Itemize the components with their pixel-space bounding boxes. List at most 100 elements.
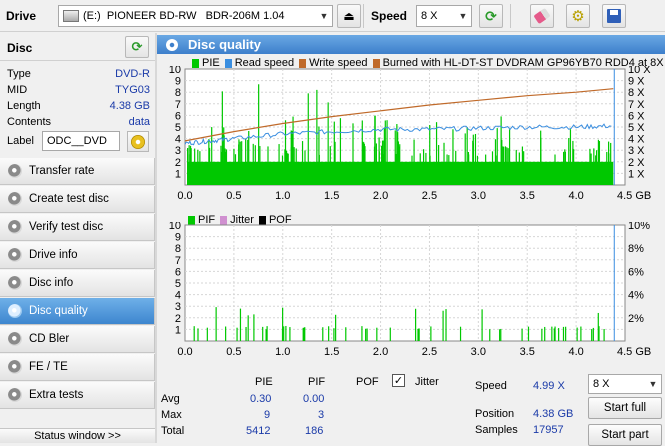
pie-bar <box>422 149 425 185</box>
pif-chart: 12345678910 2% 4% 6% 8% 10% 0.0 0.5 1.0 1.5 2.0 2.5… <box>169 222 652 358</box>
disc-mid-row: MID TYG03 <box>7 82 150 98</box>
disc-contents-label: Contents <box>7 116 52 128</box>
settings-button[interactable]: ⚙ <box>566 4 590 28</box>
test-speed-select[interactable]: 8 X ▼ <box>588 374 662 394</box>
pif-bar <box>197 328 199 341</box>
nav-fe-te[interactable]: FE / TE <box>0 354 155 381</box>
refresh-icon: ⟳ <box>131 39 143 54</box>
nav-drive-info[interactable]: Drive info <box>0 242 155 269</box>
save-button[interactable] <box>602 4 626 28</box>
panel-splitter[interactable] <box>155 33 157 443</box>
nav-disc-quality[interactable]: Disc quality <box>0 298 155 325</box>
y-tick-label: 1 <box>175 324 181 336</box>
pie-bar <box>384 120 386 185</box>
pif-bar <box>328 326 330 341</box>
pie-bar <box>593 148 595 185</box>
pie-bar <box>595 150 598 185</box>
pie-bar <box>466 127 468 185</box>
y2-tick-label: 2% <box>628 313 644 325</box>
refresh-speed-button[interactable]: ⟳ <box>479 4 503 28</box>
disc-mid-label: MID <box>7 84 28 96</box>
pif-bar <box>361 326 363 341</box>
pie-bar <box>589 148 591 185</box>
pie-bar <box>507 148 509 185</box>
disc-length-label: Length <box>7 100 41 112</box>
y-tick-label: 7 <box>175 255 181 267</box>
pie-bar <box>506 147 508 185</box>
pie-bar <box>327 102 329 185</box>
pif-bar <box>521 328 523 341</box>
y2-tick-label: 8 X <box>628 87 645 99</box>
pif-bar <box>592 327 594 341</box>
disc-label-input[interactable]: ODC__DVD <box>42 131 120 151</box>
pie-bar <box>291 131 293 185</box>
disc-icon <box>8 220 22 234</box>
pie-bar <box>523 151 525 185</box>
pif-bar <box>266 326 268 341</box>
nav-disc-info[interactable]: Disc info <box>0 270 155 297</box>
pie-bar <box>208 147 211 185</box>
pie-bar <box>563 151 565 185</box>
pie-bar <box>238 144 240 185</box>
nav-label: Transfer rate <box>29 165 95 177</box>
pie-bar <box>443 142 445 185</box>
nav-transfer-rate[interactable]: Transfer rate <box>0 158 155 185</box>
pie-bar <box>245 138 247 185</box>
eject-button[interactable]: ⏏ <box>337 4 361 28</box>
pie-bar <box>334 141 336 185</box>
pie-bar <box>515 149 517 185</box>
disc-label-apply-button[interactable] <box>127 131 149 152</box>
nav-cd-bler[interactable]: CD Bler <box>0 326 155 353</box>
pie-bar <box>448 155 450 185</box>
pif-bar <box>551 326 553 341</box>
stats-avg-pie: 0.30 <box>250 393 272 405</box>
y-tick-label: 8 <box>175 87 181 99</box>
pif-bar <box>576 327 578 341</box>
pie-bar <box>425 152 427 185</box>
speed-readout-value: 4.99 X <box>533 380 565 392</box>
y2-tick-label: 6% <box>628 266 644 278</box>
pie-bar <box>318 154 320 185</box>
jitter-checkbox[interactable]: ✓ <box>392 374 405 387</box>
pif-bar <box>417 328 419 341</box>
pif-bar <box>245 326 247 341</box>
pie-bar <box>419 153 421 185</box>
pie-bar <box>316 89 318 185</box>
pie-bar <box>352 123 354 185</box>
pie-bar <box>429 155 431 185</box>
samples-label: Samples <box>475 424 518 436</box>
x-tick-label: 3.5 <box>520 190 535 202</box>
pie-bar <box>521 146 524 185</box>
erase-button[interactable] <box>530 4 554 28</box>
disc-length-row: Length 4.38 GB <box>7 98 150 114</box>
pie-bar <box>474 133 477 185</box>
y-tick-label: 9 <box>175 232 181 244</box>
y-tick-label: 5 <box>175 122 181 134</box>
drive-select[interactable]: (E:) PIONEER BD-RW BDR-206M 1.04 ▼ <box>58 5 333 27</box>
nav-extra-tests[interactable]: Extra tests <box>0 382 155 409</box>
y-tick-label: 6 <box>175 266 181 278</box>
stats-total-pif: 186 <box>305 425 324 437</box>
x-tick-label: 2.0 <box>373 346 388 358</box>
pif-bar <box>591 329 593 341</box>
pie-bar <box>452 129 454 185</box>
speed-select[interactable]: 8 X ▼ <box>416 5 472 27</box>
x-tick-label: 3.5 <box>520 346 535 358</box>
nav-create-test-disc[interactable]: Create test disc <box>0 186 155 213</box>
status-window-button[interactable]: Status window >> <box>0 428 155 443</box>
stats-total-pie: 5412 <box>246 425 271 437</box>
nav-verify-test-disc[interactable]: Verify test disc <box>0 214 155 241</box>
pie-bar <box>435 122 438 185</box>
pie-bar <box>190 148 192 185</box>
pie-bar <box>446 154 448 185</box>
refresh-icon: ⟳ <box>485 7 497 24</box>
pie-bar <box>293 147 295 185</box>
start-full-button[interactable]: Start full <box>588 397 662 419</box>
pie-bar <box>572 140 574 185</box>
pie-bar <box>241 141 243 185</box>
disc-refresh-button[interactable]: ⟳ <box>125 36 149 58</box>
pie-bar <box>234 154 237 185</box>
pif-bar <box>554 326 556 341</box>
pif-bar <box>481 309 483 341</box>
disc-contents-value: data <box>128 116 150 128</box>
